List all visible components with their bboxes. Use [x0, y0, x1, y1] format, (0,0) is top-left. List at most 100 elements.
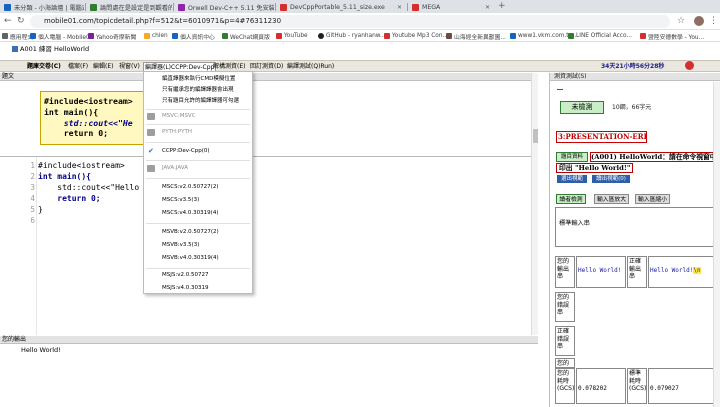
- bookmark-label: YouTube: [284, 33, 308, 39]
- app-title: A001 練習 HelloWorld: [20, 45, 90, 53]
- view-example-button[interactable]: 讀出視範(0): [592, 175, 630, 183]
- bookmark-favicon: [30, 33, 36, 39]
- bookmark-item[interactable]: LINE Official Acco...: [568, 31, 632, 41]
- menu-file[interactable]: 檔案(F): [68, 62, 88, 71]
- your-error-label: 您的錯誤串: [557, 294, 570, 316]
- avatar[interactable]: [694, 16, 704, 26]
- menu-item-note-allowed[interactable]: 只有題目允許的編譯譯器可勾選: [144, 96, 252, 107]
- tab-input-enlarge[interactable]: 輸入區放大: [594, 194, 629, 204]
- menu-submit[interactable]: 題庫交卷(C): [27, 62, 61, 71]
- tab-reader-check[interactable]: 讀者檢測: [556, 194, 586, 204]
- menu-item-msjs-2[interactable]: MSJS:v2.0.50727: [144, 270, 252, 281]
- bookmark-item[interactable]: Yahoo奇摩新聞: [88, 31, 136, 41]
- menu-item-msjs-4[interactable]: MSJS:v4.0.30319: [144, 283, 252, 294]
- bookmark-label: chien: [152, 33, 168, 39]
- folder-icon: [144, 33, 150, 39]
- error-status: 3:PRESENTATION-ERROR: [556, 131, 647, 143]
- vertical-scrollbar[interactable]: [531, 73, 538, 335]
- newline-marker: \n: [693, 267, 701, 274]
- countdown-timer: 34天21小時56分28秒: [601, 63, 665, 70]
- std-time-cell: 標準耗時(GCS): [627, 368, 647, 404]
- bookmark-item[interactable]: 個人電腦 - Mobile01: [30, 31, 93, 41]
- menu-item-pyth[interactable]: PYTH:PYTH: [144, 127, 252, 138]
- problem-info-button[interactable]: 題目資料: [556, 152, 588, 162]
- bookmark-item[interactable]: 應用程式: [2, 31, 33, 41]
- select-example-button[interactable]: 選出視範: [557, 175, 587, 183]
- your-error2-label: 您的錯誤串: [557, 360, 570, 367]
- browser-tab[interactable]: 論問處在是設定是到觀看的時候✕: [86, 1, 172, 13]
- code-line: int main(){: [38, 172, 91, 181]
- std-time-value: 0.079027: [648, 368, 719, 404]
- your-error2-cell: 您的錯誤串: [555, 358, 575, 368]
- problem-description: (A001) HelloWorld：請在命令視窗中: [590, 152, 720, 162]
- app-icon: [12, 46, 18, 52]
- menu-item-msvc[interactable]: MSVC:MSVC: [144, 111, 252, 122]
- address-bar[interactable]: mobile01.com/topicdetail.php?f=512&t=601…: [30, 15, 670, 28]
- browser-tab[interactable]: DevCppPortable_5.11_size.exe ✕: [276, 1, 406, 13]
- right-scrollbar[interactable]: [713, 82, 720, 407]
- menu-item-msvb-2[interactable]: MSVB:v2.0.50727(2): [144, 227, 252, 238]
- line-icon: [568, 33, 574, 39]
- github-icon: [318, 33, 324, 39]
- your-error-cell: 您的錯誤串: [555, 292, 575, 322]
- menu-icon[interactable]: ⋮: [709, 16, 718, 27]
- line-number: 5: [30, 205, 35, 214]
- line-number: 3: [30, 183, 35, 192]
- menu-item-mscs-4[interactable]: MSCS:v4.0.30319(4): [144, 208, 252, 219]
- bookmark-item[interactable]: YouTube: [276, 31, 308, 41]
- output-area: Hello World!: [0, 345, 538, 407]
- menu-item-java[interactable]: JAVA:JAVA: [144, 163, 252, 174]
- bookmark-item[interactable]: 個人資訊中心: [172, 31, 215, 41]
- code-line: return 0;: [38, 194, 101, 203]
- tab-favicon: [280, 3, 287, 11]
- reload-icon[interactable]: ↻: [17, 16, 25, 27]
- compiler-icon: [147, 113, 155, 120]
- bookmark-label: GitHub - ryanhanw...: [326, 33, 386, 39]
- bookmark-item[interactable]: chien: [144, 31, 168, 41]
- menu-compile-run[interactable]: 編譯測試(Q)Run): [287, 62, 334, 71]
- browser-tab-strip: 未分類 - 小海論壇 | 電腦遊戲網✕ 論問處在是設定是到觀看的時候✕ Orwe…: [0, 0, 720, 13]
- bookmark-label: 個人資訊中心: [180, 34, 215, 41]
- close-icon[interactable]: ✕: [485, 4, 490, 11]
- panel-toggle-icon[interactable]: [557, 89, 563, 90]
- menu-item-msvb-4[interactable]: MSVB:v4.0.30319(4): [144, 253, 252, 264]
- status-button[interactable]: 未檢測: [560, 101, 604, 114]
- star-icon[interactable]: ☆: [677, 16, 685, 27]
- bookmark-favicon: [510, 33, 516, 39]
- menu-item-ccpp[interactable]: ✔ CCPP:Dev-Cpp(0): [144, 146, 252, 157]
- new-tab-icon[interactable]: +: [498, 1, 506, 12]
- bookmark-label: 個人電腦 - Mobile01: [38, 34, 94, 41]
- menu-compiler[interactable]: 編譯器(L)CCPP:Dev-Cpp: [143, 62, 217, 71]
- menu-item-mscs-2[interactable]: MSCS:v2.0.50727(2): [144, 182, 252, 193]
- browser-tab[interactable]: 未分類 - 小海論壇 | 電腦遊戲網✕: [0, 1, 84, 13]
- correct-output-label: 正確輸出串: [629, 258, 642, 280]
- correct-error-label: 正確錯誤串: [557, 328, 570, 350]
- bookmark-item[interactable]: GitHub - ryanhanw...: [318, 31, 386, 41]
- bookmark-item[interactable]: 暨陸安德數學 - You...: [640, 31, 704, 41]
- scrollbar-thumb[interactable]: [533, 129, 538, 143]
- youtube-icon: [276, 33, 282, 39]
- menu-item-msvb-3[interactable]: MSVB:v3.5(3): [144, 240, 252, 251]
- menu-item-cmd-path[interactable]: 編直譯器來執行CMD模擬位置: [144, 74, 252, 85]
- bookmark-item[interactable]: Youtube Mp3 Con...: [384, 31, 448, 41]
- menu-parse-testdata[interactable]: 解構測資(E): [213, 62, 245, 71]
- menu-item-note-installed[interactable]: 只有繼承您的編譯譯器會出現: [144, 85, 252, 96]
- menu-restore-testdata[interactable]: 回訂測資(D): [250, 62, 283, 71]
- url-text: mobile01.com/topicdetail.php?f=512&t=601…: [44, 17, 282, 25]
- bookmark-item[interactable]: 山海經全新異獸圖...: [446, 31, 506, 41]
- back-icon[interactable]: ←: [4, 16, 12, 27]
- browser-tab[interactable]: Orwell Dev-C++ 5.11 免安裝中文✕: [174, 1, 274, 13]
- std-input-box[interactable]: 標準輸入串: [555, 207, 719, 247]
- youtube-icon: [640, 33, 646, 39]
- std-time-label: 標準耗時(GCS): [629, 370, 647, 392]
- tab-favicon: [90, 3, 97, 11]
- browser-tab[interactable]: MEGA ✕: [408, 1, 494, 13]
- menu-edit[interactable]: 編輯(E): [93, 62, 113, 71]
- tab-input-shrink[interactable]: 輸入區縮小: [635, 194, 670, 204]
- code-editor[interactable]: 1 2 3 4 5 6 #include<iostream> int main(…: [0, 157, 538, 335]
- correct-error-cell: 正確錯誤串: [555, 326, 575, 356]
- menu-view[interactable]: 視窗(V): [119, 62, 140, 71]
- menu-item-mscs-3[interactable]: MSCS:v3.5(3): [144, 195, 252, 206]
- bookmark-item[interactable]: WeChat網頁版: [222, 31, 270, 41]
- close-icon[interactable]: ✕: [397, 4, 402, 11]
